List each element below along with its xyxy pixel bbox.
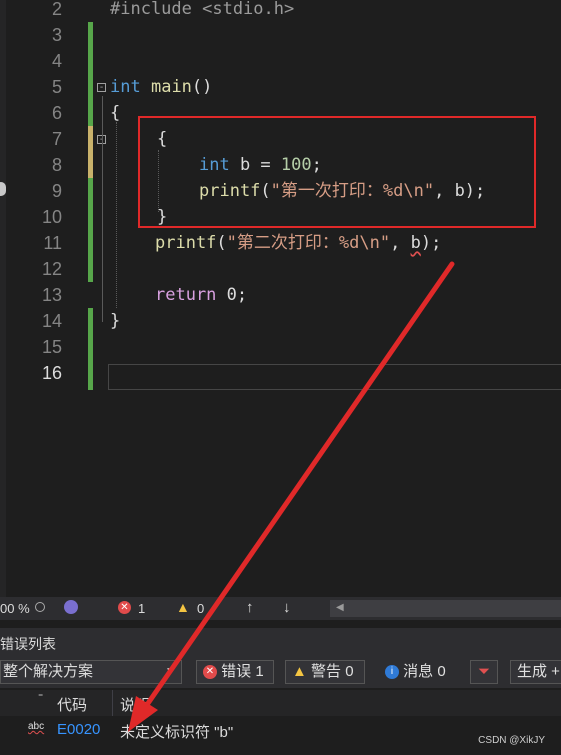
warnings-filter-label: 警告 0	[311, 663, 354, 680]
saved-change-bar	[88, 308, 93, 390]
filter-icon[interactable]: ⏷	[470, 660, 498, 684]
error-count[interactable]: 1	[138, 601, 145, 616]
panel-title: 错误列表	[0, 636, 56, 652]
code-text: ,	[390, 233, 411, 253]
saved-change-bar	[88, 178, 93, 282]
messages-filter-label: 消息 0	[403, 663, 446, 680]
table-row[interactable]: abc E0020 未定义标识符 "b"	[0, 716, 561, 744]
scroll-left-icon[interactable]: ◀	[336, 602, 344, 613]
code-line-close-brace: }	[110, 311, 121, 331]
line-number: 14	[41, 311, 62, 331]
build-label: 生成 +	[517, 663, 560, 680]
line-number: 4	[51, 51, 62, 71]
line-number: 11	[43, 233, 62, 253]
annotation-highlight-box	[138, 116, 536, 228]
line-number-current: 16	[41, 363, 62, 383]
line-number: 13	[41, 285, 62, 305]
error-description: 未定义标识符 "b"	[120, 724, 234, 741]
line-number: 3	[51, 25, 62, 45]
zoom-level[interactable]: 00 %	[0, 601, 30, 616]
code-editor[interactable]: 2 3 4 5 6 7 8 9 10 11 12 13 14 15 16 - -…	[0, 0, 561, 597]
warning-count[interactable]: 0	[197, 601, 204, 616]
keyword: int	[110, 77, 141, 97]
code-line-include: #include <stdio.h>	[110, 0, 295, 19]
line-number: 15	[41, 337, 62, 357]
punctuation: ()	[191, 77, 213, 97]
unsaved-change-bar	[88, 126, 93, 178]
spelling-error-icon: abc	[28, 721, 45, 732]
code-line-return: return 0;	[155, 282, 247, 308]
error-list-title-bar: 错误列表	[0, 628, 561, 658]
build-dropdown[interactable]: 生成 +	[510, 660, 561, 684]
column-header-description[interactable]: 说明	[120, 694, 150, 715]
error-icon: ✕	[203, 665, 217, 680]
function-name: printf	[155, 233, 217, 253]
chevron-down-icon: ▼	[165, 666, 175, 677]
error-code-link[interactable]: E0020	[57, 721, 100, 738]
current-line-highlight	[108, 364, 561, 390]
next-arrow-icon[interactable]: ↓	[283, 599, 291, 616]
watermark: CSDN @XikJY	[478, 735, 545, 746]
column-header-code[interactable]: 代码	[57, 694, 87, 715]
column-divider[interactable]	[112, 690, 113, 716]
warning-icon: ▲	[176, 599, 190, 615]
errors-filter-label: 错误 1	[221, 663, 264, 680]
line-number: 2	[51, 0, 62, 19]
editor-left-strip	[0, 0, 6, 597]
function-name: main	[150, 77, 192, 97]
error-icon: ✕	[118, 601, 131, 614]
error-list-toolbar: 整个解决方案 ▼ ✕ 错误 1 ▲ 警告 0 i 消息 0 ⏷ 生成 +	[0, 658, 561, 688]
horizontal-scrollbar[interactable]: ◀	[330, 600, 561, 617]
scope-dropdown[interactable]: 整个解决方案 ▼	[0, 660, 182, 684]
fold-region-line	[102, 96, 103, 322]
error-list-header: ⁼ 代码 说明	[0, 690, 561, 716]
sort-icon[interactable]: ⁼	[38, 692, 43, 703]
scope-value: 整个解决方案	[3, 663, 94, 680]
warnings-filter-button[interactable]: ▲ 警告 0	[285, 660, 365, 684]
line-number: 8	[51, 155, 62, 175]
errors-filter-button[interactable]: ✕ 错误 1	[196, 660, 274, 684]
code-line-main: int main()	[110, 74, 212, 100]
code-text: 0;	[216, 285, 248, 305]
info-icon: i	[385, 665, 399, 680]
line-number: 6	[51, 103, 62, 123]
warning-icon: ▲	[292, 663, 307, 680]
saved-change-bar	[88, 22, 93, 126]
collapse-main-icon[interactable]: -	[97, 83, 106, 93]
dropdown-arrow-icon[interactable]	[35, 602, 45, 612]
indent-guide	[116, 122, 117, 308]
messages-filter-button[interactable]: i 消息 0	[378, 660, 458, 684]
code-line-open-brace: {	[110, 103, 121, 123]
line-number: 10	[41, 207, 62, 227]
string-literal: "第二次打印：%d\n"	[226, 233, 391, 253]
line-number: 9	[51, 181, 62, 201]
code-line-printf-2: printf("第二次打印：%d\n", b);	[155, 230, 441, 256]
code-text: );	[420, 233, 442, 253]
line-number: 5	[51, 77, 62, 97]
keyword: return	[155, 285, 217, 305]
intellicode-icon[interactable]	[64, 600, 78, 614]
line-number: 7	[51, 129, 62, 149]
previous-arrow-icon[interactable]: ↑	[246, 599, 254, 616]
undefined-identifier[interactable]: b	[411, 233, 421, 253]
line-number: 12	[41, 259, 62, 279]
code-text: (	[216, 233, 227, 253]
